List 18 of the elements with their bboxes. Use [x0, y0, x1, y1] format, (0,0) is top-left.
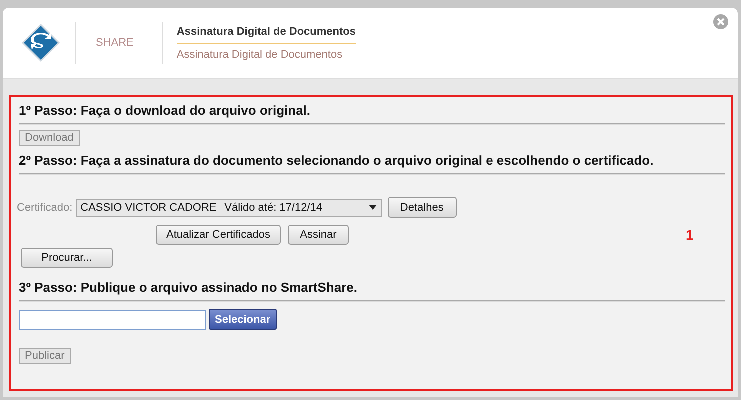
browse-button[interactable]: Procurar...	[21, 248, 113, 268]
callout-number: 1	[686, 227, 694, 243]
logo-icon	[21, 23, 61, 63]
sign-button[interactable]: Assinar	[288, 225, 349, 245]
caret-icon	[368, 205, 377, 210]
step-heading: 3º Passo: Publique o arquivo assinado no SmartShare.	[19, 280, 358, 295]
close-icon[interactable]	[713, 14, 729, 30]
page-title: Assinatura Digital de Documentos	[176, 26, 356, 44]
refresh-certificates-button[interactable]: Atualizar Certificados	[156, 225, 281, 245]
page-subtitle: Assinatura Digital de Documentos	[176, 48, 344, 60]
details-button[interactable]: Detalhes	[388, 197, 457, 218]
file-field[interactable]	[19, 310, 206, 330]
step-heading: 1º Passo: Faça o download do arquivo original.	[19, 103, 311, 118]
certificate-label: Certificado:	[17, 202, 73, 214]
certificate-dropdown[interactable]: CASSIO VICTOR CADORE Válido até: 17/12/14	[76, 198, 382, 216]
brand-name: SHARE	[96, 37, 134, 49]
step-heading: 2º Passo: Faça a assinatura do documento selecionando o arquivo original e escolhendo o certificado.	[19, 153, 654, 168]
select-button[interactable]: Selecionar	[209, 309, 277, 330]
